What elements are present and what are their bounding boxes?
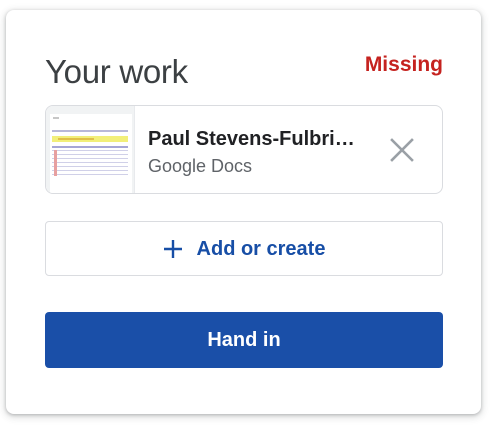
close-icon	[390, 138, 414, 162]
your-work-header: Your work Missing	[45, 50, 443, 94]
thumbnail-page	[50, 114, 132, 193]
attachment-card[interactable]: Paul Stevens-Fulbright Google Docs	[45, 105, 443, 194]
attachment-type: Google Docs	[148, 156, 253, 176]
plus-icon	[163, 239, 182, 258]
add-or-create-button[interactable]: Add or create	[45, 221, 443, 276]
status-missing: Missing	[364, 53, 443, 76]
attachment-name[interactable]: Paul Stevens-Fulbright	[148, 126, 363, 152]
hand-in-label: Hand in	[207, 329, 281, 351]
remove-attachment-button[interactable]	[384, 132, 420, 168]
your-work-title: Your work	[45, 53, 188, 90]
hand-in-button[interactable]: Hand in	[45, 312, 443, 368]
document-thumbnail	[46, 106, 135, 193]
add-or-create-label: Add or create	[196, 237, 326, 260]
your-work-card: Your work Missing Paul Stevens-Fulbright	[6, 10, 481, 414]
